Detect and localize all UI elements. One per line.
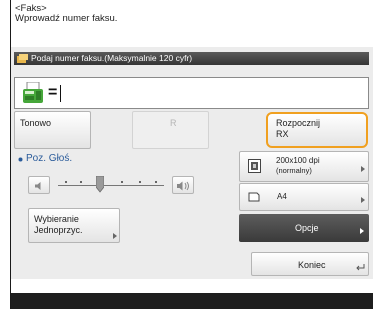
- chevron-right-icon: [361, 166, 365, 172]
- section-bullet-icon: [18, 157, 23, 162]
- slider-tick: [65, 181, 67, 183]
- resolution-icon: [248, 159, 261, 173]
- resolution-value: 200x100 dpi: [276, 156, 320, 165]
- volume-up-button[interactable]: [172, 176, 194, 194]
- volume-label: Poz. Głoś.: [26, 153, 73, 164]
- volume-low-icon: [35, 182, 41, 190]
- r-button-label: R: [170, 118, 177, 128]
- chevron-right-icon: [361, 197, 365, 203]
- options-button[interactable]: Opcje: [239, 214, 369, 242]
- slider-tick: [155, 181, 157, 183]
- volume-down-button[interactable]: [28, 176, 50, 194]
- volume-high-icon: [177, 181, 189, 191]
- fax-machine-icon: [23, 82, 43, 103]
- tone-button-label: Tonowo: [20, 118, 52, 128]
- tone-button[interactable]: Tonowo: [14, 111, 91, 149]
- slider-tick: [80, 181, 82, 183]
- end-button-label: Koniec: [298, 260, 326, 270]
- resolution-mode: (normalny): [276, 166, 312, 175]
- chevron-right-icon: [360, 228, 364, 234]
- options-label: Opcje: [295, 223, 319, 233]
- resolution-button[interactable]: 200x100 dpi (normalny): [239, 151, 369, 182]
- phonebook-icon: [17, 54, 28, 63]
- paper-size-button[interactable]: A4: [239, 183, 369, 211]
- start-rx-label-line2: RX: [276, 129, 289, 139]
- chevron-right-icon: [113, 233, 117, 239]
- input-title-bar: Podaj numer faksu.(Maksymalnie 120 cyfr): [14, 52, 369, 65]
- start-rx-label-line1: Rozpocznij: [276, 118, 321, 128]
- volume-slider-thumb[interactable]: [95, 175, 105, 193]
- text-cursor: [60, 85, 61, 102]
- paper-icon: [248, 192, 260, 202]
- start-rx-button[interactable]: Rozpocznij RX: [266, 112, 368, 148]
- one-touch-dial-label-line2: Jednoprzyc.: [34, 225, 83, 235]
- r-button[interactable]: R: [132, 111, 209, 149]
- volume-slider-track[interactable]: [58, 185, 164, 186]
- slider-thumb-icon: [95, 175, 105, 193]
- input-title-label: Podaj numer faksu.(Maksymalnie 120 cyfr): [31, 53, 193, 63]
- paper-size-label: A4: [277, 192, 287, 201]
- return-icon: [356, 264, 365, 271]
- slider-tick: [121, 181, 123, 183]
- one-touch-dial-button[interactable]: Wybieranie Jednoprzyc.: [28, 208, 120, 243]
- status-bar: [11, 293, 373, 309]
- end-button[interactable]: Koniec: [251, 252, 369, 276]
- number-prefix: =: [48, 84, 58, 101]
- one-touch-dial-label-line1: Wybieranie: [34, 214, 79, 224]
- fax-number-field[interactable]: =: [14, 77, 369, 109]
- slider-tick: [139, 181, 141, 183]
- instruction-text: Wprowadź numer faksu.: [15, 13, 118, 24]
